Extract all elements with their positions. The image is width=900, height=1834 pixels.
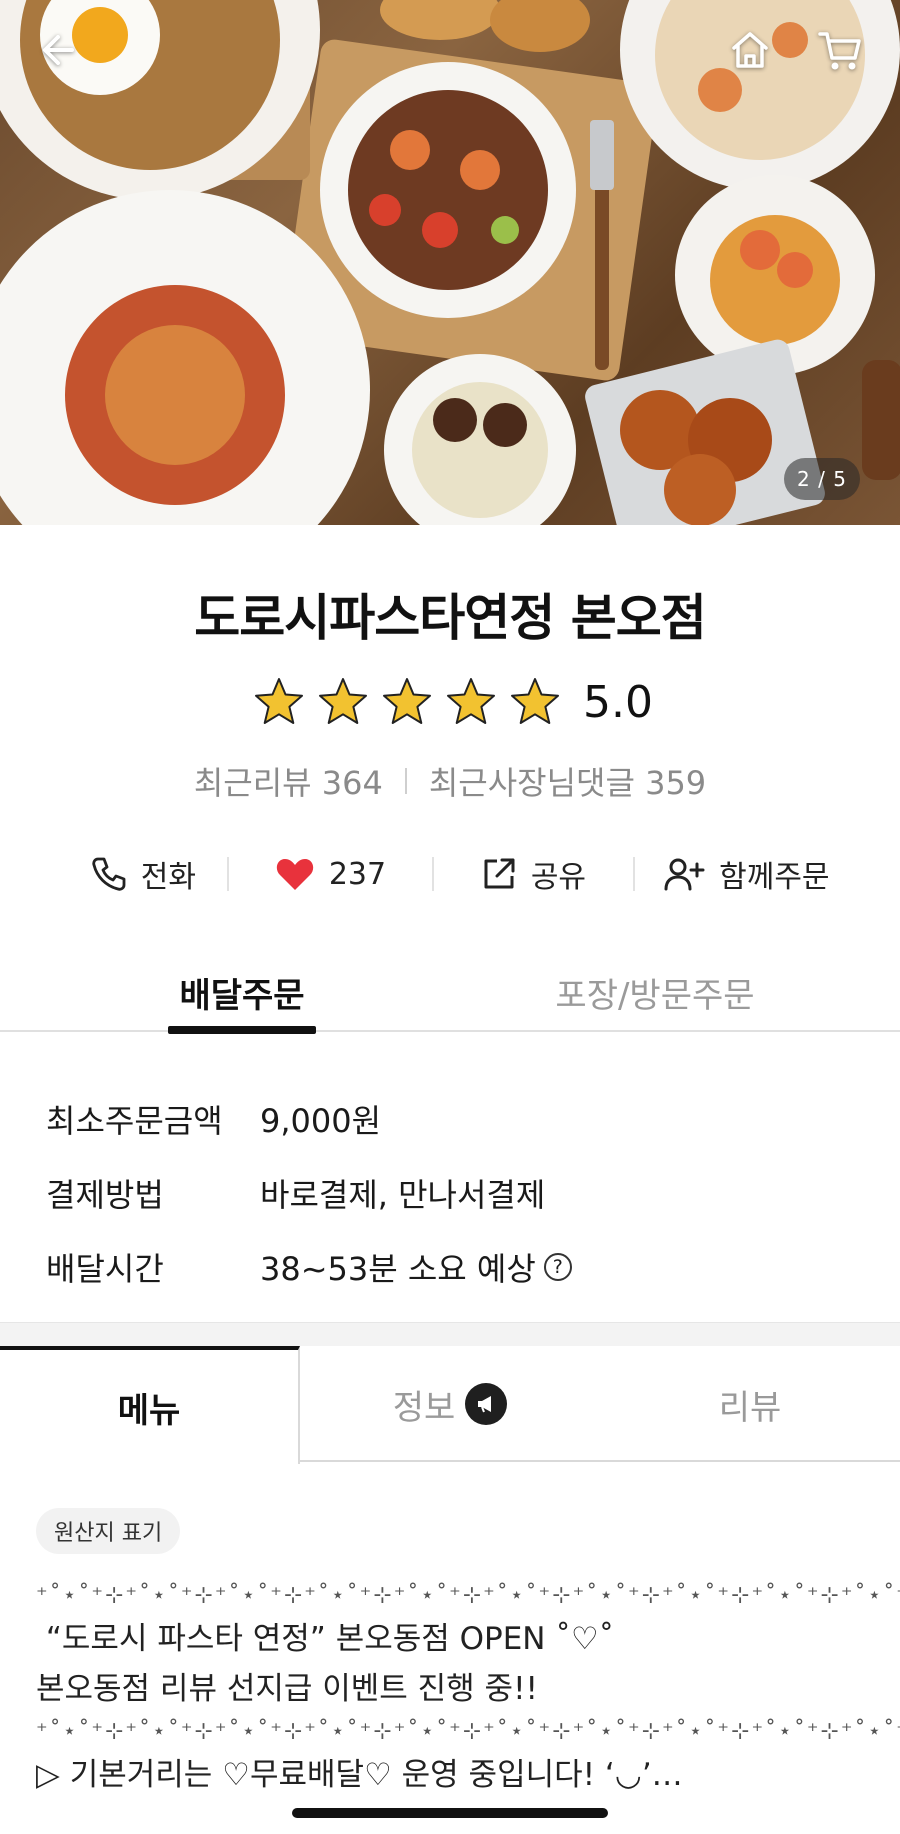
decoration-line: ⁺˚⋆˚⁺⊹⁺˚⋆˚⁺⊹⁺˚⋆˚⁺⊹⁺˚⋆˚⁺⊹⁺˚⋆˚⁺⊹⁺˚⋆˚⁺⊹⁺˚⋆˚… (36, 1719, 900, 1744)
group-order-button[interactable]: 함께주문 (635, 852, 858, 896)
delivery-time-row: 배달시간 38~53분 소요 예상 ? (46, 1230, 572, 1304)
star-rating (247, 676, 567, 728)
heart-icon (276, 859, 313, 890)
arrow-left-icon (43, 35, 74, 65)
delivery-time-label: 배달시간 (46, 1250, 164, 1288)
share-icon (484, 858, 515, 889)
home-indicator[interactable] (292, 1808, 608, 1818)
star-icon (255, 678, 303, 724)
star-icon (319, 678, 367, 724)
order-type-tabs: 배달주문 포장/방문주문 (0, 952, 900, 1034)
phone-icon (92, 857, 126, 891)
call-label: 전화 (140, 860, 196, 895)
star-icon (447, 678, 495, 724)
recent-owner-replies-link[interactable]: 최근사장님댓글 359 (429, 758, 706, 804)
store-notice: ⁺˚⋆˚⁺⊹⁺˚⋆˚⁺⊹⁺˚⋆˚⁺⊹⁺˚⋆˚⁺⊹⁺˚⋆˚⁺⊹⁺˚⋆˚⁺⊹⁺˚⋆˚… (36, 1578, 900, 1800)
image-counter: 2 / 5 (784, 458, 860, 500)
home-icon (732, 32, 768, 68)
delivery-time-value: 38~53분 소요 예상 (260, 1250, 536, 1288)
cart-icon (818, 32, 861, 70)
notice-line-2: 본오동점 리뷰 선지급 이벤트 진행 중!! (36, 1671, 538, 1707)
section-divider (0, 1322, 900, 1346)
tab-delivery[interactable]: 배달주문 (168, 952, 316, 1034)
decoration-line: ⁺˚⋆˚⁺⊹⁺˚⋆˚⁺⊹⁺˚⋆˚⁺⊹⁺˚⋆˚⁺⊹⁺˚⋆˚⁺⊹⁺˚⋆˚⁺⊹⁺˚⋆˚… (36, 1583, 900, 1608)
home-button[interactable] (718, 18, 782, 82)
tab-pickup[interactable]: 포장/방문주문 (540, 952, 770, 1032)
share-button[interactable]: 공유 (434, 852, 633, 896)
rating-row: 5.0 (0, 676, 900, 728)
content-tabs: 메뉴 정보 리뷰 (0, 1346, 900, 1464)
hero-image[interactable]: 2 / 5 (0, 0, 900, 525)
min-order-row: 최소주문금액 9,000원 (46, 1082, 572, 1156)
like-count: 237 (328, 856, 387, 892)
group-order-label: 함께주문 (719, 860, 830, 895)
store-name: 도로시파스타연정 본오점 (194, 589, 706, 647)
star-icon (383, 678, 431, 724)
help-icon[interactable]: ? (543, 1253, 572, 1281)
share-label: 공유 (530, 860, 587, 895)
payment-label: 결제방법 (46, 1176, 164, 1214)
cart-button[interactable] (808, 18, 872, 82)
min-order-label: 최소주문금액 (46, 1102, 223, 1140)
payment-row: 결제방법 바로결제, 만나서결제 (46, 1156, 572, 1230)
review-stats: 최근리뷰 364 최근사장님댓글 359 (0, 758, 900, 804)
rating-value: 5.0 (583, 676, 653, 728)
min-order-value: 9,000원 (260, 1102, 382, 1140)
tab-menu[interactable]: 메뉴 (0, 1346, 300, 1464)
recent-reviews-link[interactable]: 최근리뷰 364 (194, 758, 383, 804)
origin-label-button[interactable]: 원산지 표기 (36, 1508, 181, 1554)
tab-review[interactable]: 리뷰 (600, 1346, 900, 1462)
notice-line-3: ▷ 기본거리는 ♡무료배달♡ 운영 중입니다! ‘◡’… (36, 1757, 683, 1793)
divider (404, 768, 407, 794)
add-person-icon (664, 858, 705, 891)
tab-info[interactable]: 정보 (300, 1346, 600, 1462)
notice-line-1: “도로시 파스타 연정” 본오동점 OPEN ˚♡˚ (36, 1621, 615, 1657)
payment-value: 바로결제, 만나서결제 (260, 1176, 546, 1214)
order-info: 최소주문금액 9,000원 결제방법 바로결제, 만나서결제 배달시간 38~5… (46, 1082, 572, 1304)
megaphone-icon (465, 1383, 508, 1425)
action-bar: 전화 237 공유 함께주문 (58, 848, 858, 900)
call-button[interactable]: 전화 (58, 852, 227, 896)
tab-info-label: 정보 (392, 1387, 456, 1428)
star-icon (511, 678, 559, 724)
back-button[interactable] (26, 18, 90, 82)
like-button[interactable]: 237 (229, 856, 432, 892)
